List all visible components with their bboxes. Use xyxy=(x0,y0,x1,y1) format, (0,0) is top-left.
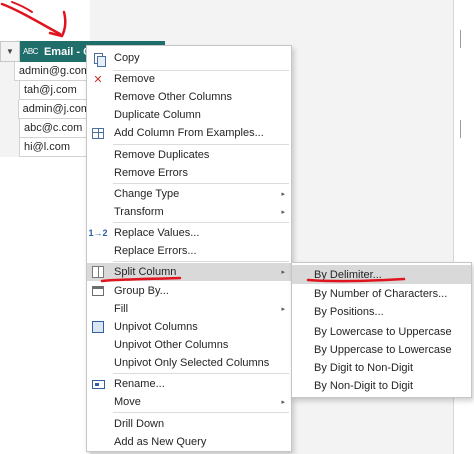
menu-item-unpivot-only-selected-columns[interactable]: Unpivot Only Selected Columns xyxy=(87,354,291,372)
menu-item-replace-values[interactable]: 1→2 Replace Values... xyxy=(87,224,291,242)
menu-item-label: Fill xyxy=(114,303,129,315)
menu-separator xyxy=(113,183,289,184)
menu-item-move[interactable]: Move ▸ xyxy=(87,393,291,411)
menu-separator xyxy=(113,144,289,145)
submenu-arrow-icon: ▸ xyxy=(281,306,285,313)
menu-item-remove-duplicates[interactable]: Remove Duplicates xyxy=(87,146,291,164)
cell-value: hi@l.com xyxy=(24,141,71,153)
annotation-underline-split-column xyxy=(100,276,182,283)
menu-item-label: Drill Down xyxy=(114,418,165,430)
row-number-cell xyxy=(0,61,15,81)
column-values: admin@g.com tah@j.com admin@j.com abc@c.… xyxy=(0,61,90,157)
row-number-cell xyxy=(0,99,19,119)
submenu-arrow-icon: ▸ xyxy=(281,399,285,406)
menu-item-label: Replace Values... xyxy=(114,227,200,239)
menu-item-change-type[interactable]: Change Type ▸ xyxy=(87,185,291,203)
menu-item-drill-down[interactable]: Drill Down xyxy=(87,415,291,433)
panel-tick xyxy=(460,120,461,138)
menu-separator xyxy=(113,261,289,262)
submenu-arrow-icon: ▸ xyxy=(281,269,285,276)
menu-item-remove-errors[interactable]: Remove Errors xyxy=(87,164,291,182)
menu-item-label: Add as New Query xyxy=(114,436,207,448)
table-row[interactable]: hi@l.com xyxy=(0,137,90,157)
group-by-icon xyxy=(90,283,106,299)
menu-item-remove-other-columns[interactable]: Remove Other Columns xyxy=(87,88,291,106)
cell-value: admin@g.com xyxy=(18,65,90,77)
submenu-item-by-non-digit-to-digit[interactable]: By Non-Digit to Digit xyxy=(292,376,471,395)
table-row[interactable]: tah@j.com xyxy=(0,80,90,100)
menu-item-remove[interactable]: ✕ Remove xyxy=(87,70,291,88)
row-number-cell xyxy=(0,118,20,138)
unpivot-icon xyxy=(90,319,106,335)
cell-value: admin@j.com xyxy=(22,103,90,115)
menu-item-label: Group By... xyxy=(114,285,169,297)
rename-icon xyxy=(90,376,106,392)
menu-separator xyxy=(113,373,289,374)
annotation-underline-by-delimiter xyxy=(306,277,406,283)
menu-item-fill[interactable]: Fill ▸ xyxy=(87,300,291,318)
submenu-item-by-digit-to-non-digit[interactable]: By Digit to Non-Digit xyxy=(292,358,471,377)
menu-item-label: Remove Errors xyxy=(114,167,188,179)
menu-item-label: Rename... xyxy=(114,378,165,390)
menu-item-label: Unpivot Only Selected Columns xyxy=(114,357,270,369)
replace-values-icon: 1→2 xyxy=(88,228,108,238)
cell-value: tah@j.com xyxy=(24,84,77,96)
annotation-arrow xyxy=(0,1,67,38)
menu-item-label: Remove xyxy=(114,73,155,85)
menu-item-rename[interactable]: Rename... xyxy=(87,375,291,393)
submenu-item-by-lowercase-to-uppercase[interactable]: By Lowercase to Uppercase xyxy=(292,322,471,341)
menu-separator xyxy=(113,412,289,413)
remove-icon: ✕ xyxy=(93,73,103,86)
table-row[interactable]: abc@c.com xyxy=(0,118,90,138)
menu-item-label: Copy xyxy=(114,52,140,64)
menu-item-label: Change Type xyxy=(114,188,180,200)
menu-item-label: Remove Duplicates xyxy=(114,149,210,161)
menu-item-add-column-from-examples[interactable]: Add Column From Examples... xyxy=(87,124,291,142)
row-number-cell xyxy=(0,80,20,100)
submenu-arrow-icon: ▸ xyxy=(281,191,285,198)
add-column-examples-icon xyxy=(90,125,106,141)
submenu-item-by-positions[interactable]: By Positions... xyxy=(292,302,471,321)
menu-item-label: Add Column From Examples... xyxy=(114,127,264,139)
menu-item-label: Move xyxy=(114,396,141,408)
menu-item-label: Transform xyxy=(114,206,164,218)
text-type-icon[interactable]: ABC xyxy=(23,47,38,56)
panel-tick xyxy=(460,30,461,48)
menu-item-add-as-new-query[interactable]: Add as New Query xyxy=(87,433,291,451)
menu-item-label: Remove Other Columns xyxy=(114,91,232,103)
menu-item-duplicate-column[interactable]: Duplicate Column xyxy=(87,106,291,124)
menu-item-label: Duplicate Column xyxy=(114,109,201,121)
submenu-item-by-uppercase-to-lowercase[interactable]: By Uppercase to Lowercase xyxy=(292,340,471,359)
menu-item-replace-errors[interactable]: Replace Errors... xyxy=(87,242,291,260)
column-context-menu: Copy ✕ Remove Remove Other Columns Dupli… xyxy=(86,45,292,452)
table-row[interactable]: admin@g.com xyxy=(0,61,90,81)
menu-item-label: Replace Errors... xyxy=(114,245,197,257)
menu-item-copy[interactable]: Copy xyxy=(87,49,291,67)
submenu-item-by-number-of-characters[interactable]: By Number of Characters... xyxy=(292,284,471,303)
column-filter-icon[interactable]: ▼ xyxy=(0,41,20,62)
copy-icon xyxy=(90,50,106,67)
menu-item-group-by[interactable]: Group By... xyxy=(87,282,291,300)
menu-item-unpivot-columns[interactable]: Unpivot Columns xyxy=(87,318,291,336)
menu-item-label: Unpivot Other Columns xyxy=(114,339,229,351)
row-number-cell xyxy=(0,137,20,157)
menu-item-unpivot-other-columns[interactable]: Unpivot Other Columns xyxy=(87,336,291,354)
menu-separator xyxy=(113,222,289,223)
submenu-arrow-icon: ▸ xyxy=(281,209,285,216)
menu-item-label: Unpivot Columns xyxy=(114,321,198,333)
menu-item-transform[interactable]: Transform ▸ xyxy=(87,203,291,221)
table-row[interactable]: admin@j.com xyxy=(0,99,90,119)
cell-value: abc@c.com xyxy=(24,122,83,134)
